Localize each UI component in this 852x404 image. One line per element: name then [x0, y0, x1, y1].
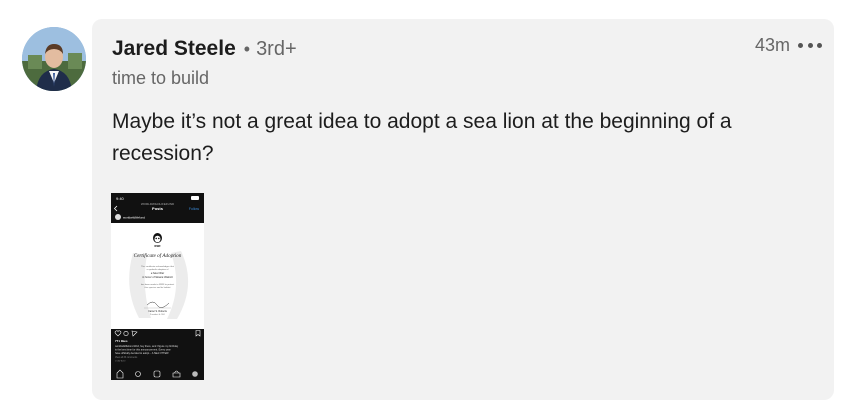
- comment-card: Jared Steele • 3rd+ time to build 43m Ma…: [92, 19, 834, 400]
- signer-title: President & CEO: [150, 313, 166, 316]
- certificate-title: Certificate of Adoption: [134, 252, 182, 259]
- instagram-screenshot: 9:40 WORLDWILDLIFEFUND Posts Follow worl…: [111, 193, 204, 380]
- connection-degree: 3rd+: [256, 38, 297, 60]
- wwf-logo-text: WWF: [154, 244, 161, 248]
- avatar-photo: [22, 27, 86, 91]
- view-comments: View all 33 comments: [115, 356, 138, 359]
- account-name: worldwildlifefund: [123, 216, 145, 220]
- author-headline: time to build: [112, 68, 210, 88]
- avatar[interactable]: [22, 27, 86, 91]
- separator-dot: •: [243, 39, 251, 59]
- cert-line-1: This certificate acknowledges that: [141, 265, 174, 268]
- comment-text: Maybe it’s not a great idea to adopt a s…: [112, 110, 732, 165]
- caption-line-3: have officially decided to adopt... A SE…: [115, 352, 169, 355]
- cert-line-3: a Sea Otter: [151, 271, 164, 275]
- battery-icon: [191, 196, 199, 200]
- screen-title: Posts: [152, 206, 164, 211]
- post-age: 1 DAY AGO: [115, 360, 126, 363]
- more-horizontal-icon[interactable]: [798, 36, 822, 56]
- author-row: Jared Steele • 3rd+: [112, 37, 297, 61]
- signer-name: Carter S. Roberts: [148, 310, 167, 313]
- cert-line-4: in honor of Sloane Walcott: [142, 275, 173, 279]
- cert-line-6: this species and its habitat: [145, 286, 171, 289]
- image-attachment[interactable]: 9:40 WORLDWILDLIFEFUND Posts Follow worl…: [111, 193, 204, 380]
- cert-line-5: has been made to WWF to protect: [141, 283, 175, 286]
- account-avatar: [115, 214, 121, 220]
- author-name[interactable]: Jared Steele: [112, 37, 236, 61]
- cert-line-2: a symbolic adoption of: [147, 268, 169, 271]
- comment-meta: 43m: [755, 35, 822, 56]
- likes-count: 771 likes: [115, 339, 128, 343]
- profile-icon: [192, 371, 198, 377]
- status-time: 9:40: [116, 196, 125, 201]
- timestamp: 43m: [754, 35, 790, 55]
- follow-button: Follow: [189, 207, 200, 211]
- wwf-panda-logo: [153, 233, 162, 243]
